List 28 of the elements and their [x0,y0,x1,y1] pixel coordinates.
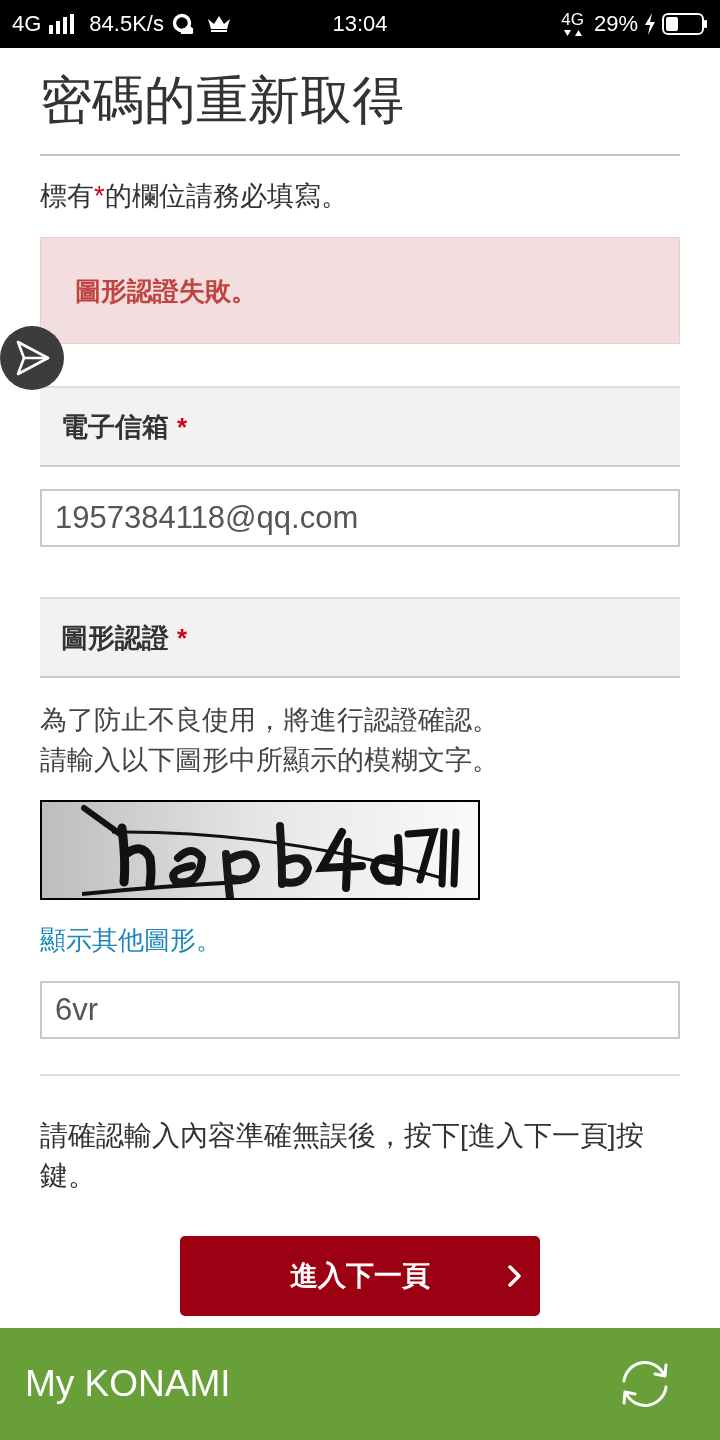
paper-plane-icon [14,340,50,376]
field-label: 圖形認證 [61,621,169,655]
page-title: 密碼的重新取得 [40,70,404,131]
field-label: 電子信箱 [61,410,169,444]
refresh-icon[interactable] [620,1359,670,1409]
captcha-instruction: 請輸入以下圖形中所顯示的模糊文字。 [40,744,499,777]
battery-icon [662,13,708,35]
show-other-captcha-link[interactable]: 顯示其他圖形。 [40,920,222,960]
data-arrows-icon [563,29,582,37]
cloud-ring-icon [171,13,194,35]
next-page-button[interactable]: 進入下一頁 [180,1236,540,1316]
network-type: 4G [12,12,42,36]
network-speed: 84.5K/s [89,12,164,36]
required-mark: * [177,410,188,444]
captcha-answer-field[interactable]: 6vr [40,981,680,1039]
chevron-right-icon [508,1265,522,1287]
required-fields-note: 標有*的欄位請務必填寫。 [40,180,348,213]
crown-icon [207,16,230,32]
confirm-note: 請確認輸入內容準確無誤後，按下[進入下一頁]按鍵。 [40,1119,645,1193]
error-message: 圖形認證失敗。 [75,274,257,308]
required-mark: * [177,621,188,655]
captcha-instruction: 為了防止不良使用，將進行認證確認。 [40,704,499,737]
clock-time: 13:04 [332,12,388,36]
email-field[interactable]: 1957384118@qq.com [40,489,680,547]
app-title: My KONAMI [25,1363,231,1405]
network-type: 4G [561,11,584,29]
signal-bars-icon [49,14,76,34]
battery-percent: 29% [593,12,638,36]
